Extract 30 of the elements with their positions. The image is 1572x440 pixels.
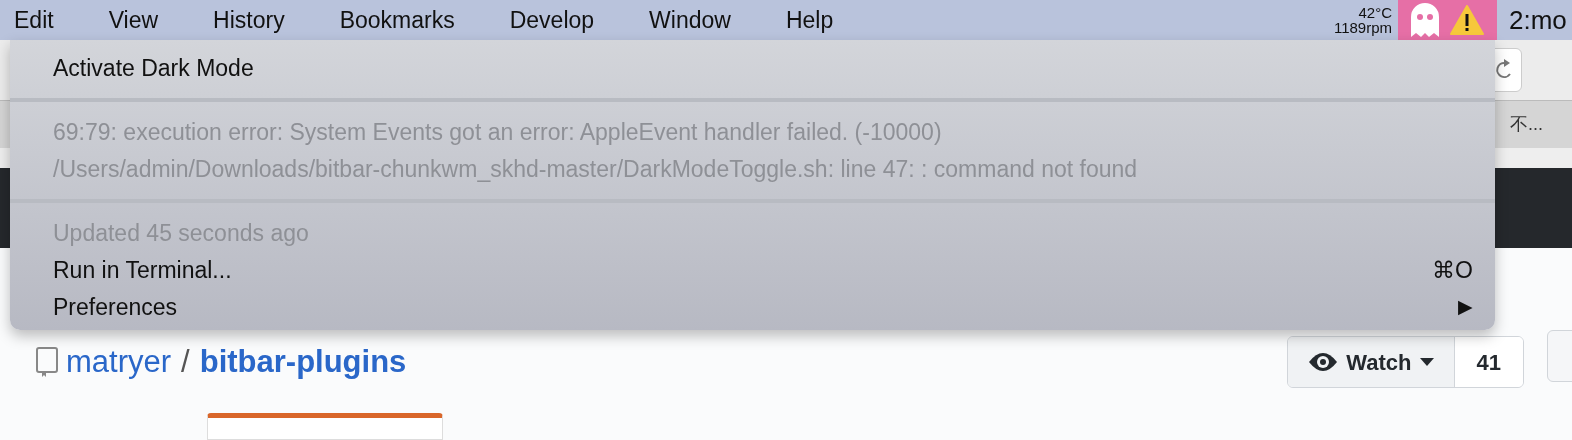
path-separator: / xyxy=(181,342,190,381)
selected-tab[interactable] xyxy=(207,413,443,440)
fan-speed-text: 1189rpm xyxy=(1333,20,1392,35)
status-menu-item[interactable] xyxy=(1398,0,1497,40)
menu-item: /Users/admin/Downloads/bitbar-chunkwm_skhd-master/DarkModeToggle.sh: line 47: : command not found xyxy=(53,155,1138,185)
menu-item[interactable]: Activate Dark Mode xyxy=(53,51,254,86)
watch-count[interactable]: 41 xyxy=(1454,337,1523,387)
repo-name-link[interactable]: bitbar-plugins xyxy=(199,338,407,386)
menu-bar-item[interactable]: Bookmarks xyxy=(325,2,469,38)
menu-bar-item[interactable]: Help xyxy=(771,2,848,38)
ghost-icon xyxy=(1411,3,1440,37)
tab-title[interactable]: 不... xyxy=(1510,111,1554,138)
menu-bar-item[interactable]: History xyxy=(199,2,299,38)
repo-icon xyxy=(36,347,58,377)
eye-icon xyxy=(1308,352,1339,372)
submenu-arrow-icon: ▶ xyxy=(1458,293,1473,322)
watch-button[interactable]: Watch xyxy=(1288,337,1455,387)
clock-text: 2:mo xyxy=(1508,3,1568,37)
shortcut-text: ⌘O xyxy=(1432,256,1473,286)
repo-owner-link[interactable]: matryer xyxy=(66,338,172,386)
menu-bar-item[interactable]: Window xyxy=(635,2,745,38)
caret-icon xyxy=(1419,358,1434,366)
menu-bar-item[interactable]: Develop xyxy=(495,2,609,38)
menu-bar-item[interactable]: View xyxy=(94,2,173,38)
temperature-text: 42°C xyxy=(1357,5,1392,20)
menu-item: 69:79: execution error: System Events got an error: AppleEvent handler failed. (-10000) xyxy=(53,118,942,148)
menu-item[interactable]: Preferences xyxy=(53,290,177,325)
warning-icon xyxy=(1449,5,1484,35)
menu-bar-item[interactable]: Edit xyxy=(0,2,68,38)
menu-item[interactable]: Run in Terminal... xyxy=(53,253,232,288)
